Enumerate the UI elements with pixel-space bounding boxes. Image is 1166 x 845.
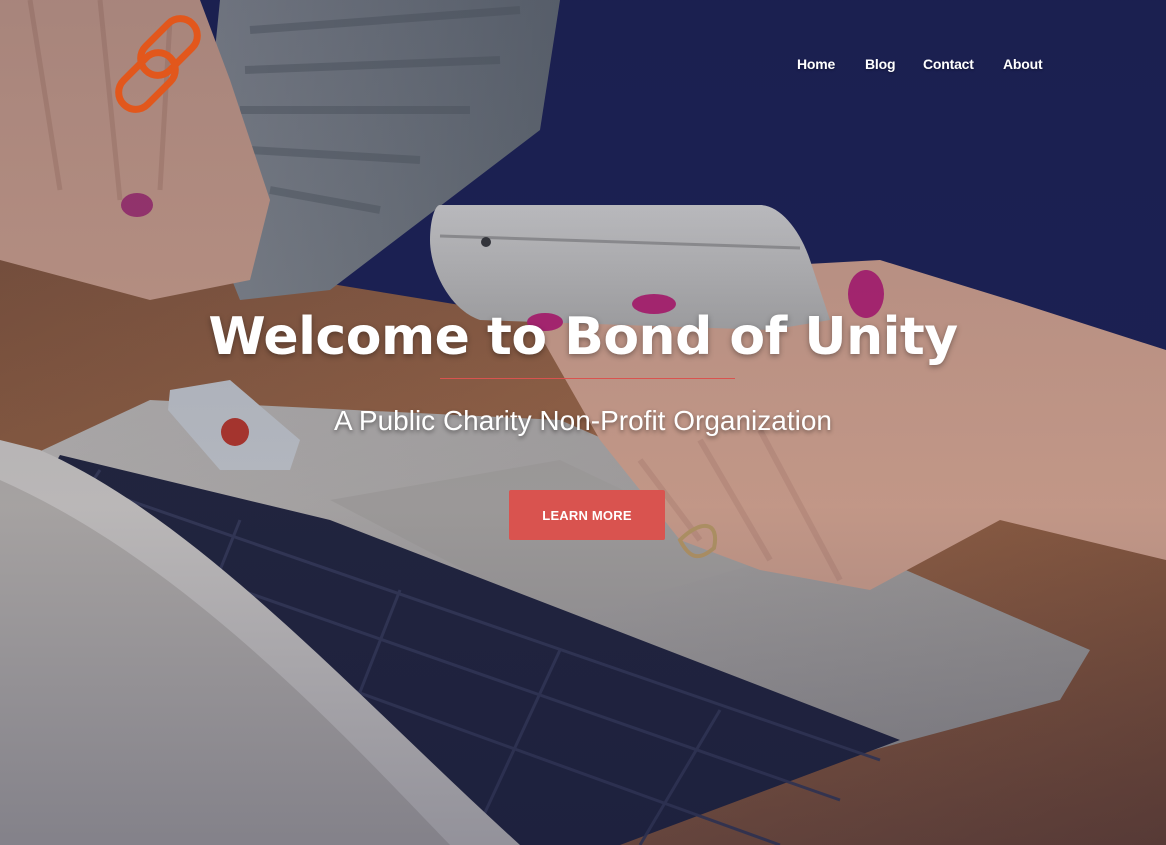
hero-section: Home Blog Contact About Welcome to Bond … bbox=[0, 0, 1166, 845]
hero-subtitle: A Public Charity Non-Profit Organization bbox=[334, 405, 832, 436]
main-nav: Home Blog Contact About bbox=[780, 56, 1060, 76]
hero-headline: Welcome to Bond of Unity bbox=[208, 307, 958, 367]
nav-about-link[interactable]: About bbox=[1003, 56, 1043, 72]
learn-more-button[interactable]: LEARN MORE bbox=[509, 490, 665, 540]
chain-link-icon[interactable] bbox=[112, 10, 222, 120]
nav-blog-link[interactable]: Blog bbox=[865, 56, 896, 72]
headline-divider bbox=[440, 378, 735, 379]
nav-home-link[interactable]: Home bbox=[797, 56, 835, 72]
nav-contact-link[interactable]: Contact bbox=[923, 56, 974, 72]
